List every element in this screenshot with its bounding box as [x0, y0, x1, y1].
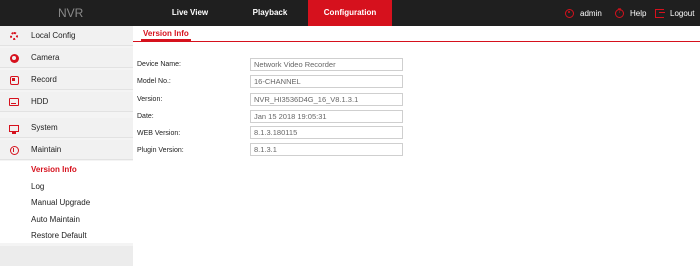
sidebar-item-record[interactable]: Record — [0, 70, 133, 90]
web-version-field[interactable]: 8.1.3.180115 — [250, 126, 403, 139]
version-label: Version: — [137, 96, 163, 103]
top-bar: NVR Live View Playback Configuration adm… — [0, 0, 700, 26]
camera-icon — [9, 53, 19, 63]
nav-configuration[interactable]: Configuration — [308, 0, 392, 26]
web-version-label: WEB Version: — [137, 130, 181, 137]
plugin-version-label: Plugin Version: — [137, 147, 184, 154]
sidebar-item-label: Camera — [31, 53, 60, 62]
sidebar-item-label: Maintain — [31, 145, 62, 154]
submenu-auto-maintain[interactable]: Auto Maintain — [31, 215, 80, 224]
user-icon — [565, 8, 574, 18]
user-menu[interactable]: admin — [565, 0, 602, 26]
record-icon — [9, 75, 19, 85]
submenu-log[interactable]: Log — [31, 182, 44, 191]
submenu-restore-default[interactable]: Restore Default — [31, 231, 87, 240]
date-field[interactable]: Jan 15 2018 19:05:31 — [250, 110, 403, 123]
logout-label: Logout — [670, 8, 695, 18]
sidebar-item-hdd[interactable]: HDD — [0, 92, 133, 112]
maintain-submenu: Version Info Log Manual Upgrade Auto Mai… — [0, 161, 133, 243]
model-no-label: Model No.: — [137, 78, 171, 85]
gear-icon — [9, 31, 19, 41]
sidebar: Local Config Camera Record HDD System Ma… — [0, 26, 133, 266]
date-label: Date: — [137, 113, 154, 120]
sidebar-item-label: System — [31, 123, 58, 132]
model-no-field[interactable]: 16-CHANNEL — [250, 75, 403, 88]
sidebar-item-maintain[interactable]: Maintain — [0, 140, 133, 160]
version-field[interactable]: NVR_HI3536D4G_16_V8.1.3.1 — [250, 93, 403, 106]
submenu-manual-upgrade[interactable]: Manual Upgrade — [31, 198, 90, 207]
device-name-label: Device Name: — [137, 61, 181, 68]
hdd-icon — [9, 97, 19, 107]
sidebar-item-local-config[interactable]: Local Config — [0, 26, 133, 46]
help-label: Help — [630, 8, 647, 18]
sidebar-footer — [0, 246, 133, 266]
plugin-version-field[interactable]: 8.1.3.1 — [250, 143, 403, 156]
logout-icon — [655, 8, 665, 18]
nav-live-view[interactable]: Live View — [158, 0, 222, 26]
brand-logo: NVR — [58, 6, 84, 20]
sidebar-item-label: HDD — [31, 97, 49, 106]
sidebar-item-system[interactable]: System — [0, 118, 133, 138]
nav-playback[interactable]: Playback — [240, 0, 300, 26]
info-icon — [9, 145, 19, 155]
monitor-icon — [9, 123, 19, 134]
device-name-field[interactable]: Network Video Recorder — [250, 58, 403, 71]
sidebar-item-label: Local Config — [31, 31, 76, 40]
help-icon — [615, 8, 624, 18]
username-label: admin — [580, 8, 602, 18]
help-link[interactable]: Help — [615, 0, 646, 26]
logout-link[interactable]: Logout — [655, 0, 694, 26]
sidebar-item-label: Record — [31, 75, 57, 84]
tab-bar: Version Info — [133, 26, 700, 42]
tab-version-info[interactable]: Version Info — [141, 26, 191, 41]
sidebar-item-camera[interactable]: Camera — [0, 48, 133, 68]
submenu-version-info[interactable]: Version Info — [31, 165, 77, 174]
